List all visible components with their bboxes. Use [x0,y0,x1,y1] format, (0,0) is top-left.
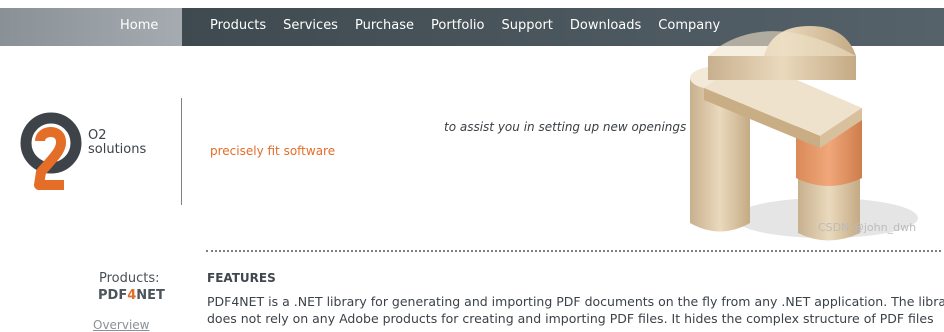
nav-portfolio[interactable]: Portfolio [431,18,484,33]
nav-purchase[interactable]: Purchase [355,18,414,33]
dotted-separator [206,250,941,252]
logo-text: O2 solutions [88,129,146,157]
header-divider [181,98,182,205]
nav-home[interactable]: Home [120,18,158,33]
nav-support[interactable]: Support [502,18,553,33]
subtitle: precisely fit software [210,144,336,158]
logo-line-1: O2 [88,128,107,143]
nav-products[interactable]: Products [210,18,266,33]
product-name-prefix: PDF [98,288,128,303]
nav-services[interactable]: Services [283,18,338,33]
features-line-1: PDF4NET is a .NET library for generating… [207,294,944,309]
products-label: Products: [99,271,160,286]
nav-home-area: Home [0,8,182,46]
logo-line-2: solutions [88,142,147,157]
features-line-2: does not rely on any Adobe products for … [207,311,934,326]
overview-link[interactable]: Overview [93,318,150,332]
wooden-blocks-illustration [690,26,918,241]
product-name-accent: 4 [127,288,137,303]
nav-downloads[interactable]: Downloads [570,18,641,33]
tagline: to assist you in setting up new openings [444,120,687,134]
features-body: PDF4NET is a .NET library for generating… [207,293,944,327]
product-name: PDF4NET [98,288,165,303]
watermark: CSDN @john_dwh [818,221,917,234]
nav-items: Products Services Purchase Portfolio Sup… [210,18,737,33]
features-heading: FEATURES [207,271,276,285]
product-name-suffix: NET [136,288,165,303]
